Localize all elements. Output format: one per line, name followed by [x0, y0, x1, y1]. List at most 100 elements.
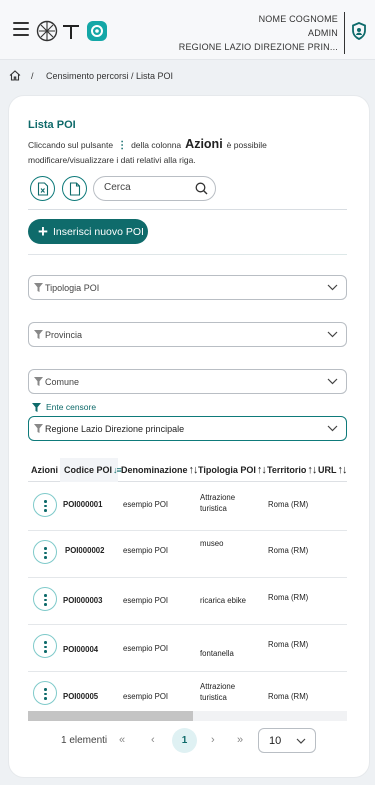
- cell-territory: Roma (RM): [268, 500, 309, 509]
- filter-provincia-select[interactable]: Provincia: [28, 322, 347, 347]
- row-actions-button[interactable]: [33, 587, 57, 611]
- sort-icon: ↑↓: [256, 464, 267, 476]
- user-info[interactable]: NOME COGNOME ADMIN REGIONE LAZIO DIREZIO…: [179, 12, 345, 54]
- user-organization: REGIONE LAZIO DIREZIONE PRIN...: [179, 40, 345, 54]
- brand-t-logo-icon: [63, 25, 79, 39]
- col-denominazione[interactable]: Denominazione ↑↓: [121, 458, 199, 482]
- cell-type: Attrazione: [200, 682, 236, 691]
- cell-code: POI000002: [65, 546, 105, 555]
- cell-territory: Roma (RM): [268, 546, 309, 555]
- add-poi-button[interactable]: + Inserisci nuovo POI: [28, 219, 148, 244]
- desc-text-2: della colonna: [131, 140, 182, 150]
- col-codice-poi[interactable]: Codice POI ↓≡: [60, 458, 122, 482]
- col-territorio[interactable]: Territorio ↑↓: [267, 458, 317, 482]
- cell-type-line2: turistica: [200, 693, 227, 702]
- col-azioni-label: Azioni: [31, 465, 58, 475]
- chevron-down-icon: [327, 284, 338, 291]
- region-logo-icon: [36, 20, 58, 42]
- ente-censore-label: Ente censore: [32, 402, 96, 412]
- page-description: Cliccando sul pulsante ⋮ della colonna Azio…: [28, 137, 348, 168]
- cell-code: POI000003: [63, 596, 103, 605]
- filter-provincia-label: Provincia: [45, 330, 83, 340]
- next-page-button[interactable]: ›: [211, 734, 215, 746]
- breadcrumb-separator: /: [31, 71, 34, 81]
- desc-azioni: Azioni: [185, 137, 223, 151]
- divider: [28, 254, 347, 255]
- cell-name: esempio POI: [123, 644, 169, 653]
- page-size-value: 10: [269, 735, 282, 747]
- cell-type: Attrazione: [200, 493, 236, 502]
- cell-code: POI00005: [63, 692, 99, 701]
- col-denominazione-label: Denominazione: [121, 465, 188, 475]
- table-header: Azioni Codice POI ↓≡ Denominazione ↑↓ Tipo…: [28, 458, 348, 482]
- cell-name: esempio POI: [123, 546, 169, 555]
- excel-file-icon: [37, 181, 48, 196]
- app-header: NOME COGNOME ADMIN REGIONE LAZIO DIREZIO…: [0, 0, 375, 60]
- filter-icon: [34, 377, 43, 386]
- filter-icon: [34, 283, 43, 292]
- items-count: 1 elementi: [61, 735, 108, 746]
- filter-tipologia-select[interactable]: Tipologia POI: [28, 275, 347, 300]
- col-tipologia-label: Tipologia POI: [198, 465, 256, 475]
- filter-comune-select[interactable]: Comune: [28, 369, 347, 394]
- filter-tipologia-label: Tipologia POI: [45, 283, 100, 293]
- col-tipologia[interactable]: Tipologia POI ↑↓: [198, 458, 267, 482]
- cell-code: POI00004: [63, 645, 99, 654]
- sort-icon: ↑↓: [307, 464, 317, 476]
- desc-text-1: Cliccando sul pulsante: [28, 140, 114, 150]
- home-icon[interactable]: [9, 70, 21, 81]
- first-page-button[interactable]: «: [119, 734, 125, 746]
- export-pdf-button[interactable]: [62, 176, 87, 201]
- chevron-down-icon: [296, 738, 306, 744]
- sort-icon: ↑↓: [337, 464, 348, 476]
- chevron-down-icon: [327, 331, 338, 338]
- row-actions-button[interactable]: [33, 634, 57, 658]
- cell-name: esempio POI: [123, 692, 169, 701]
- filter-icon: [34, 424, 43, 433]
- cell-type: museo: [200, 539, 224, 548]
- col-codice-label: Codice POI: [64, 465, 113, 475]
- pagination: 1 elementi « ‹ 1 › » 10: [28, 728, 347, 754]
- current-page-button[interactable]: 1: [172, 728, 197, 753]
- table-row: POI00004 esempio POI fontanella Roma (RM…: [28, 624, 347, 672]
- cell-code: POI000001: [63, 500, 103, 509]
- scrollbar-thumb[interactable]: [28, 711, 193, 721]
- table-row: POI000002 esempio POI museo Roma (RM): [28, 530, 347, 578]
- kebab-inline-icon: ⋮: [117, 140, 128, 151]
- col-url-label: URL: [318, 465, 337, 475]
- last-page-button[interactable]: »: [237, 734, 243, 746]
- divider: [28, 209, 347, 210]
- shield-icon[interactable]: [351, 22, 367, 40]
- col-url[interactable]: URL ↑↓: [318, 458, 348, 482]
- chevron-down-icon: [327, 378, 338, 385]
- row-actions-button[interactable]: [33, 540, 57, 564]
- breadcrumb: / Censimento percorsi / Lista POI: [0, 68, 375, 86]
- cell-name: esempio POI: [123, 500, 169, 509]
- filter-icon: [32, 402, 41, 412]
- breadcrumb-path[interactable]: Censimento percorsi / Lista POI: [46, 71, 173, 81]
- row-actions-button[interactable]: [33, 681, 57, 705]
- search-input[interactable]: [104, 182, 194, 193]
- col-azioni: Azioni: [31, 458, 58, 482]
- export-excel-button[interactable]: [30, 176, 55, 201]
- filter-comune-label: Comune: [45, 377, 80, 387]
- ente-label-text: Ente censore: [46, 402, 97, 412]
- page-title: Lista POI: [28, 119, 76, 131]
- prev-page-button[interactable]: ‹: [151, 734, 155, 746]
- sort-icon: ↑↓: [188, 464, 199, 476]
- filter-ente-select[interactable]: Regione Lazio Direzione principale: [28, 416, 347, 441]
- chevron-down-icon: [327, 425, 338, 432]
- cell-type: fontanella: [200, 649, 234, 658]
- cell-territory: Roma (RM): [268, 640, 309, 649]
- page-size-select[interactable]: 10: [258, 728, 316, 753]
- horizontal-scrollbar[interactable]: [28, 711, 347, 721]
- search-icon[interactable]: [195, 182, 208, 195]
- filter-icon: [34, 330, 43, 339]
- add-poi-label: Inserisci nuovo POI: [52, 225, 144, 238]
- cell-type: ricarica ebike: [200, 596, 246, 605]
- search-box: [93, 176, 216, 201]
- row-actions-button[interactable]: [33, 493, 57, 517]
- sort-desc-icon: ↓≡: [113, 465, 122, 475]
- cell-name: esempio POI: [123, 596, 169, 605]
- menu-icon[interactable]: [13, 22, 29, 36]
